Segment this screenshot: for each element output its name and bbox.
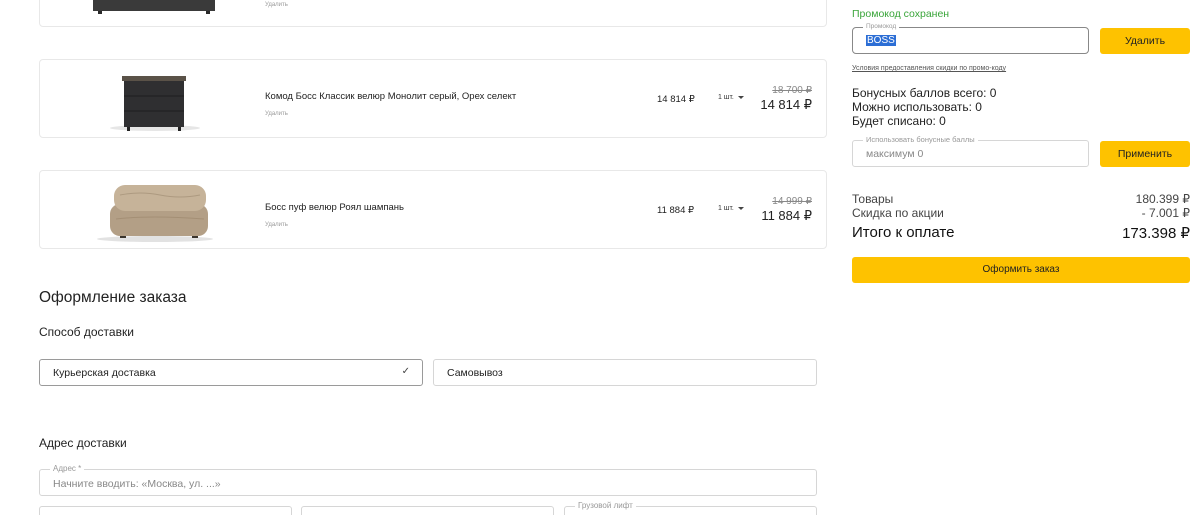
discount-value: - 7.001 ₽: [1141, 206, 1190, 220]
discount-label: Скидка по акции: [852, 206, 944, 220]
quantity-value: 1 шт.: [718, 205, 734, 212]
address-placeholder: Начните вводить: «Москва, ул. ...»: [53, 478, 221, 490]
delivery-method-title: Способ доставки: [39, 325, 134, 339]
bonus-label: Использовать бонусные баллы: [863, 135, 978, 144]
promo-conditions-link[interactable]: Условия предоставления скидки по промо-к…: [852, 65, 1006, 72]
quantity-select[interactable]: 1 шт.: [718, 94, 744, 101]
goods-label: Товары: [852, 192, 894, 206]
product-image: [97, 185, 213, 242]
product-image: [93, 0, 215, 14]
promo-status: Промокод сохранен: [852, 8, 950, 20]
delete-link[interactable]: Удалить: [265, 111, 288, 117]
bonus-placeholder: максимум 0: [866, 148, 924, 160]
unit-price: 11 884 ₽: [657, 205, 695, 216]
promo-label: Промокод: [863, 23, 900, 30]
checkout-title: Оформление заказа: [39, 289, 187, 306]
cart-item: Комод Босс Классик велюр Монолит серый, …: [39, 59, 827, 138]
product-name[interactable]: Босс пуф велюр Роял шампань: [265, 202, 404, 213]
delivery-option-courier[interactable]: Курьерская доставка ✓: [39, 359, 423, 386]
delivery-option-label: Самовывоз: [447, 367, 503, 379]
unit-price: 14 814 ₽: [657, 94, 695, 105]
place-order-button[interactable]: Оформить заказ: [852, 257, 1190, 283]
bonus-usable: Можно использовать: 0: [852, 100, 982, 114]
bonus-input[interactable]: Использовать бонусные баллы максимум 0: [852, 135, 1089, 167]
freight-elevator-select[interactable]: Грузовой лифт: [564, 501, 817, 515]
address-detail-field[interactable]: [39, 506, 292, 515]
chevron-down-icon: [737, 206, 744, 210]
address-label: Адрес *: [50, 464, 85, 473]
cart-item: Удалить: [39, 0, 827, 27]
delete-link[interactable]: Удалить: [265, 222, 288, 228]
total-label: Итого к оплате: [852, 224, 955, 241]
freight-elevator-label: Грузовой лифт: [575, 501, 636, 510]
address-field[interactable]: Адрес * Начните вводить: «Москва, ул. ..…: [39, 464, 817, 496]
old-price: 18 700 ₽: [772, 85, 812, 96]
bonus-spent: Будет списано: 0: [852, 114, 946, 128]
check-icon: ✓: [401, 366, 410, 377]
total-value: 173.398 ₽: [1122, 225, 1190, 242]
promo-value: BOSS: [866, 35, 896, 46]
quantity-value: 1 шт.: [718, 94, 734, 101]
product-name[interactable]: Комод Босс Классик велюр Монолит серый, …: [265, 91, 516, 102]
address-detail-field[interactable]: [301, 506, 554, 515]
promo-input[interactable]: Промокод BOSS: [852, 23, 1089, 54]
cart-item: Босс пуф велюр Роял шампань Удалить 11 8…: [39, 170, 827, 249]
bonus-apply-button[interactable]: Применить: [1100, 141, 1190, 167]
delete-link[interactable]: Удалить: [265, 2, 288, 8]
delivery-address-title: Адрес доставки: [39, 436, 127, 450]
bonus-total: Бонусных баллов всего: 0: [852, 86, 997, 100]
chevron-down-icon: [737, 95, 744, 99]
new-price: 14 814 ₽: [760, 97, 812, 112]
product-image: [110, 76, 200, 131]
promo-delete-button[interactable]: Удалить: [1100, 28, 1190, 54]
goods-value: 180.399 ₽: [1135, 192, 1190, 206]
delivery-option-label: Курьерская доставка: [53, 367, 156, 379]
delivery-option-pickup[interactable]: Самовывоз: [433, 359, 817, 386]
quantity-select[interactable]: 1 шт.: [718, 205, 744, 212]
old-price: 14 999 ₽: [772, 196, 812, 207]
new-price: 11 884 ₽: [761, 208, 812, 223]
